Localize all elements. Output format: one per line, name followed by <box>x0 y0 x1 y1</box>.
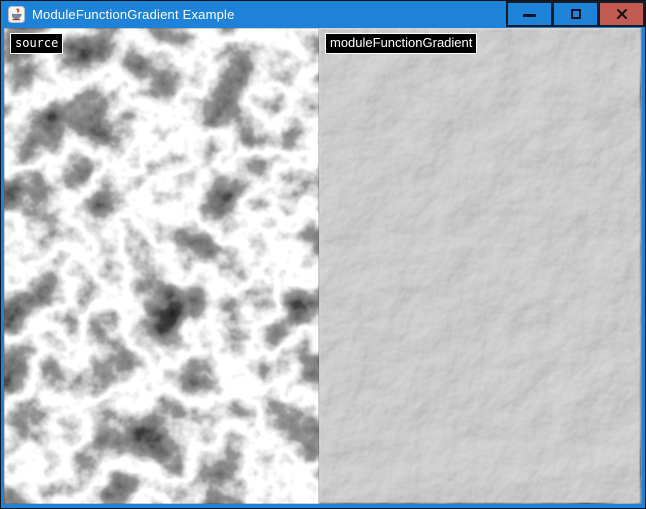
module-function-gradient-image <box>319 28 641 504</box>
image-label-module-function-gradient: moduleFunctionGradient <box>325 33 477 54</box>
minimize-dash-icon <box>523 14 536 17</box>
maximize-square-icon <box>571 9 581 19</box>
image-label-source: source <box>10 33 63 54</box>
source-image-panel: source <box>4 28 319 504</box>
titlebar[interactable]: ModuleFunctionGradient Example <box>1 1 645 28</box>
minimize-button[interactable] <box>506 1 553 27</box>
close-x-icon <box>616 8 628 20</box>
gradient-image-panel: moduleFunctionGradient <box>319 28 642 504</box>
app-window: ModuleFunctionGradient Example <box>0 0 646 509</box>
maximize-button[interactable] <box>552 1 599 27</box>
java-coffee-cup-icon <box>8 6 25 23</box>
source-noise-image <box>4 28 319 504</box>
content-area: source <box>1 28 645 508</box>
window-controls <box>506 1 645 28</box>
window-title: ModuleFunctionGradient Example <box>32 1 235 28</box>
close-button[interactable] <box>598 1 645 27</box>
